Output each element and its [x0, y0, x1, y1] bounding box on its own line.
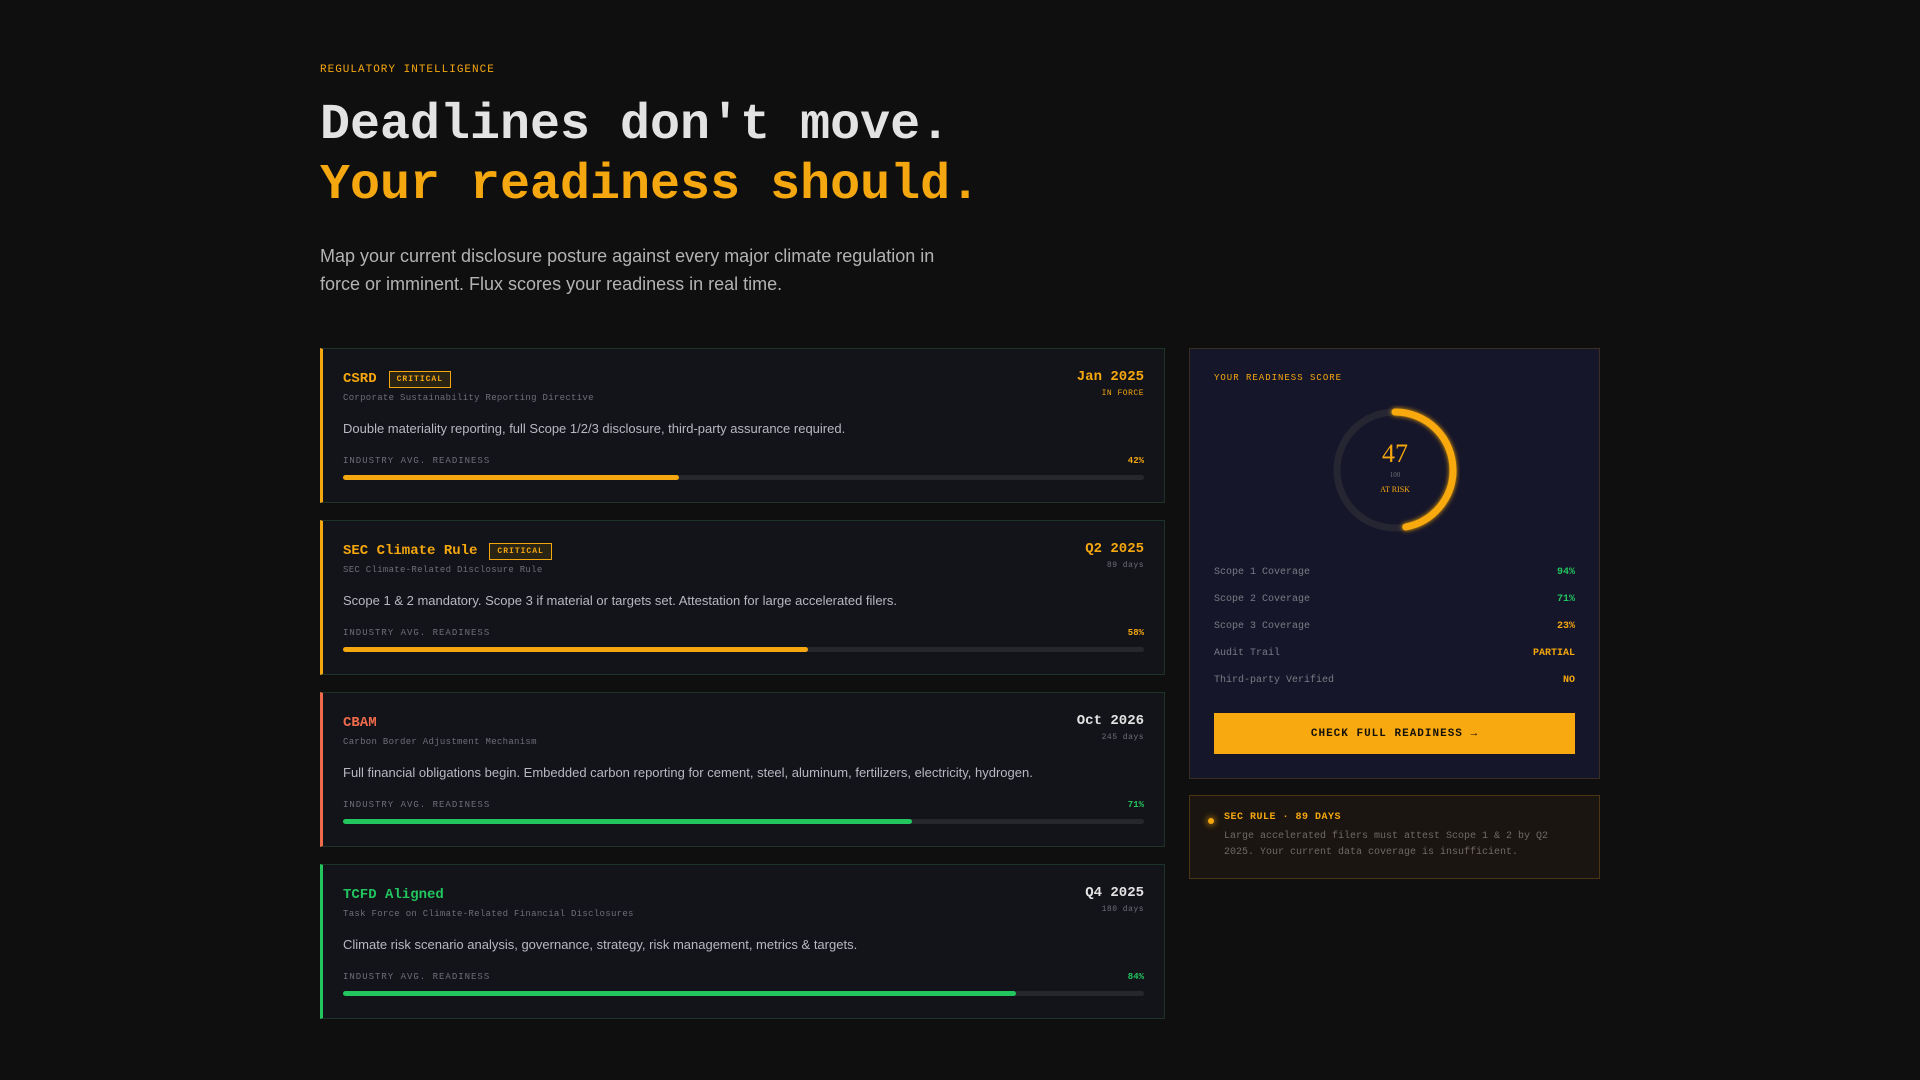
metric-value: PARTIAL: [1532, 648, 1575, 659]
deadline-status: 89 days: [1106, 561, 1144, 570]
score-value: 47: [1382, 439, 1408, 468]
metric-row: Scope 1 Coverage 94%: [1214, 567, 1575, 594]
readiness-label: INDUSTRY AVG. READINESS: [343, 972, 491, 982]
metric-row: Scope 3 Coverage 23%: [1214, 621, 1575, 648]
readiness-row: INDUSTRY AVG. READINESS 84%: [343, 972, 1144, 982]
readiness-label: INDUSTRY AVG. READINESS: [343, 628, 491, 638]
deadline-date: Q2 2025: [1085, 541, 1144, 557]
deadline: Q2 2025 89 days: [1085, 541, 1144, 570]
alert-dot-icon: [1208, 818, 1214, 824]
deadline-status: 245 days: [1101, 733, 1144, 742]
regulation-name: SEC Climate Rule: [343, 543, 478, 559]
regulation-description: Full financial obligations begin. Embedd…: [343, 765, 1033, 780]
deadline: Jan 2025 IN FORCE: [1077, 369, 1144, 398]
readiness-bar-fill: [343, 991, 1016, 996]
readiness-bar: [343, 819, 1144, 824]
metric-label: Third-party Verified: [1214, 675, 1335, 686]
readiness-label: INDUSTRY AVG. READINESS: [343, 800, 491, 810]
check-full-readiness-button[interactable]: CHECK FULL READINESS →: [1214, 713, 1575, 754]
readiness-bar: [343, 475, 1144, 480]
deadline-date: Jan 2025: [1076, 369, 1144, 385]
readiness-row: INDUSTRY AVG. READINESS 42%: [343, 456, 1144, 466]
card-header: CSRD CRITICAL: [343, 369, 1144, 389]
readiness-score-panel: YOUR READINESS SCORE 47 100 AT RISK Scop…: [1189, 348, 1600, 779]
regulation-description: Climate risk scenario analysis, governan…: [343, 937, 858, 952]
coverage-metrics: Scope 1 Coverage 94% Scope 2 Coverage 71…: [1214, 567, 1575, 702]
readiness-bar-fill: [343, 647, 808, 652]
readiness-bar-fill: [343, 475, 680, 480]
metric-label: Scope 1 Coverage: [1214, 567, 1311, 578]
readiness-percent: 58%: [1127, 628, 1144, 638]
deadline-date: Q4 2025: [1085, 885, 1144, 901]
card-header: SEC Climate Rule CRITICAL: [343, 541, 1144, 561]
readiness-label: INDUSTRY AVG. READINESS: [343, 456, 491, 466]
readiness-percent: 84%: [1127, 972, 1144, 982]
regulation-description: Scope 1 & 2 mandatory. Scope 3 if materi…: [343, 593, 897, 608]
regulation-list: CSRD CRITICAL Corporate Sustainability R…: [320, 348, 1165, 1036]
deadline-date: Oct 2026: [1076, 713, 1144, 729]
metric-value: 94%: [1556, 567, 1575, 578]
metric-value: 71%: [1556, 594, 1575, 605]
regulation-card: CBAM Carbon Border Adjustment Mechanism …: [320, 692, 1165, 847]
score-status: AT RISK: [1380, 485, 1410, 494]
regulation-card: CSRD CRITICAL Corporate Sustainability R…: [320, 348, 1165, 503]
regulation-name: CBAM: [343, 715, 377, 731]
metric-row: Audit Trail PARTIAL: [1214, 648, 1575, 675]
readiness-percent: 42%: [1127, 456, 1144, 466]
metric-label: Audit Trail: [1214, 648, 1281, 659]
regulation-card: SEC Climate Rule CRITICAL SEC Climate-Re…: [320, 520, 1165, 675]
readiness-percent: 71%: [1127, 800, 1144, 810]
regulation-name: CSRD: [343, 371, 377, 387]
readiness-row: INDUSTRY AVG. READINESS 58%: [343, 628, 1144, 638]
regulation-name: TCFD Aligned: [343, 887, 444, 903]
score-title: YOUR READINESS SCORE: [1214, 373, 1343, 383]
deadline: Oct 2026 245 days: [1077, 713, 1144, 742]
metric-label: Scope 3 Coverage: [1214, 621, 1311, 632]
alert-title: SEC RULE · 89 DAYS: [1224, 812, 1342, 823]
readiness-bar: [343, 991, 1144, 996]
deadline-status: IN FORCE: [1101, 389, 1144, 398]
deadline: Q4 2025 180 days: [1085, 885, 1144, 914]
headline-line-1: Deadlines don't move.: [320, 97, 951, 154]
regulation-subtitle: Task Force on Climate-Related Financial …: [343, 909, 634, 919]
deadline-status: 180 days: [1101, 905, 1144, 914]
regulation-card: TCFD Aligned Task Force on Climate-Relat…: [320, 864, 1165, 1019]
regulation-subtitle: Corporate Sustainability Reporting Direc…: [343, 393, 594, 403]
score-gauge: 47 100 AT RISK: [1330, 405, 1460, 535]
readiness-row: INDUSTRY AVG. READINESS 71%: [343, 800, 1144, 810]
sec-rule-alert: SEC RULE · 89 DAYS Large accelerated fil…: [1189, 795, 1600, 879]
regulation-subtitle: Carbon Border Adjustment Mechanism: [343, 737, 537, 747]
card-header: CBAM: [343, 713, 1144, 733]
alert-body: Large accelerated filers must attest Sco…: [1224, 831, 1549, 858]
score-max: 100: [1389, 471, 1401, 479]
metric-row: Third-party Verified NO: [1214, 675, 1575, 702]
headline-line-2: Your readiness should.: [320, 157, 981, 214]
hero: REGULATORY INTELLIGENCE Deadlines don't …: [320, 64, 1320, 298]
eyebrow: REGULATORY INTELLIGENCE: [320, 64, 495, 76]
metric-label: Scope 2 Coverage: [1214, 594, 1311, 605]
regulation-subtitle: SEC Climate-Related Disclosure Rule: [343, 565, 543, 575]
readiness-bar: [343, 647, 1144, 652]
critical-badge: CRITICAL: [489, 542, 552, 560]
readiness-bar-fill: [343, 819, 912, 824]
lede: Map your current disclosure posture agai…: [320, 246, 935, 294]
metric-value: 23%: [1556, 621, 1575, 632]
metric-row: Scope 2 Coverage 71%: [1214, 594, 1575, 621]
gauge-ring: [1333, 408, 1457, 532]
card-header: TCFD Aligned: [343, 885, 1144, 905]
regulation-description: Double materiality reporting, full Scope…: [343, 421, 846, 436]
critical-badge: CRITICAL: [388, 370, 452, 388]
metric-value: NO: [1562, 675, 1575, 686]
